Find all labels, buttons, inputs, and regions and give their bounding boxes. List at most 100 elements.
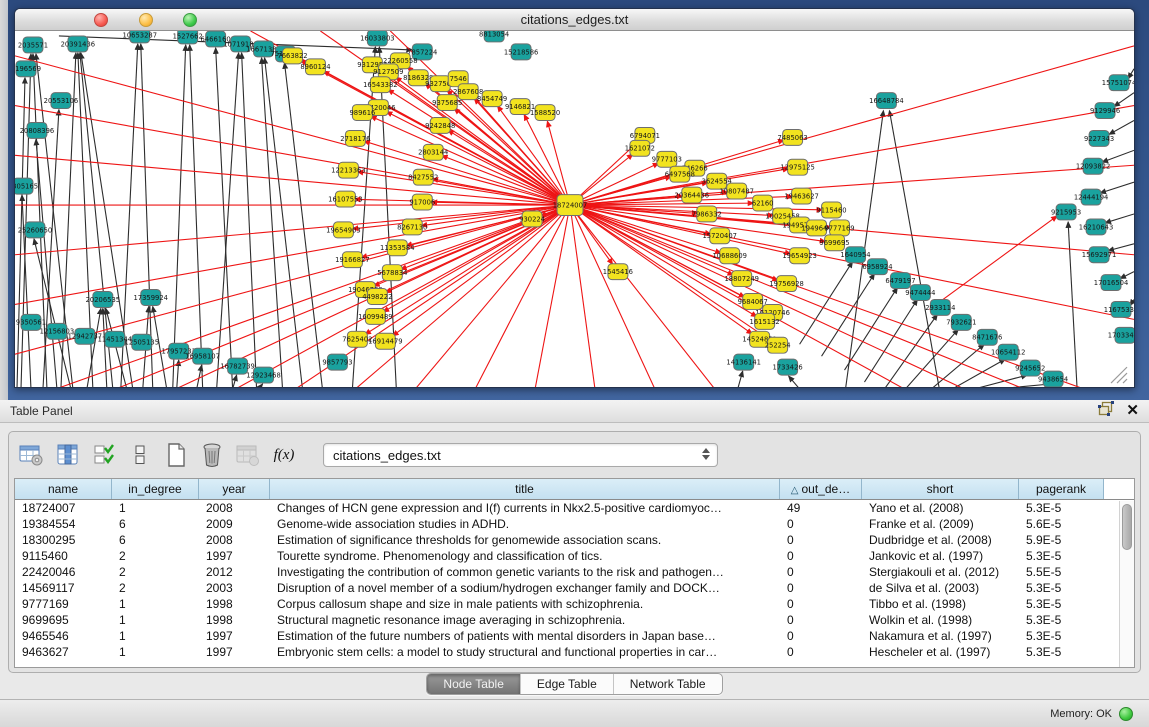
table-cell[interactable]: 2003	[199, 580, 270, 596]
table-cell[interactable]: Nakamura et al. (1997)	[862, 628, 1019, 644]
table-cell[interactable]: Genome-wide association studies in ADHD.	[270, 516, 780, 532]
table-row[interactable]: 977716911998Corpus callosum shape and si…	[15, 596, 1134, 612]
scrollbar-thumb[interactable]	[1122, 504, 1132, 550]
row-height-icon[interactable]	[125, 441, 155, 469]
network-edge[interactable]	[789, 376, 800, 387]
table-cell[interactable]: 0	[780, 548, 862, 564]
table-cell[interactable]: Tourette syndrome. Phenomenology and cla…	[270, 548, 780, 564]
table-cell[interactable]: 2	[112, 580, 199, 596]
column-header-title[interactable]: title	[270, 479, 780, 499]
network-edge[interactable]	[36, 139, 57, 387]
network-edge[interactable]	[570, 205, 752, 334]
network-edge[interactable]	[262, 58, 283, 387]
network-edge[interactable]	[21, 54, 31, 387]
network-edge[interactable]	[442, 156, 570, 205]
network-edge[interactable]	[738, 371, 743, 387]
table-row[interactable]: 2242004622012Investigating the contribut…	[15, 564, 1134, 580]
table-cell[interactable]: 9465546	[15, 628, 112, 644]
table-cell[interactable]: 5.9E-5	[1019, 532, 1104, 548]
network-edge[interactable]	[454, 108, 570, 205]
table-cell[interactable]: 49	[780, 500, 862, 516]
column-header-in_degree[interactable]: in_degree	[112, 479, 199, 499]
network-edge[interactable]	[845, 288, 898, 371]
table-cell[interactable]: 0	[780, 596, 862, 612]
network-window-titlebar[interactable]: citations_edges.txt	[15, 9, 1134, 31]
table-row[interactable]: 1830029562008Estimation of significance …	[15, 532, 1134, 548]
network-edge[interactable]	[173, 45, 186, 387]
table-cell[interactable]: 5.6E-5	[1019, 516, 1104, 532]
network-edge[interactable]	[497, 106, 570, 205]
tab-node-table[interactable]: Node Table	[427, 674, 521, 694]
table-cell[interactable]: 18724007	[15, 500, 112, 516]
table-cell[interactable]: 1	[112, 628, 199, 644]
table-cell[interactable]: Structural magnetic resonance image aver…	[270, 612, 780, 628]
table-cell[interactable]: Corpus callosum shape and size in male p…	[270, 596, 780, 612]
table-cell[interactable]: 6	[112, 532, 199, 548]
table-cell[interactable]: 9699695	[15, 612, 112, 628]
canvas-resize-grip[interactable]	[1117, 373, 1127, 383]
table-cell[interactable]: 0	[780, 564, 862, 580]
table-cell[interactable]: 1997	[199, 628, 270, 644]
network-edge[interactable]	[929, 216, 1057, 309]
network-edge[interactable]	[197, 365, 202, 387]
table-cell[interactable]: Tibbo et al. (1998)	[862, 596, 1019, 612]
network-edge[interactable]	[34, 239, 71, 387]
canvas-resize-grip[interactable]	[1123, 379, 1127, 383]
network-edge[interactable]	[570, 205, 778, 280]
table-row[interactable]: 969969511998Structural magnetic resonanc…	[15, 612, 1134, 628]
network-edge[interactable]	[15, 205, 570, 255]
network-edge[interactable]	[997, 384, 1050, 387]
table-cell[interactable]: 9777169	[15, 596, 112, 612]
table-cell[interactable]: 2009	[199, 516, 270, 532]
table-cell[interactable]: 5.3E-5	[1019, 596, 1104, 612]
table-select-combo[interactable]: citations_edges.txt	[323, 443, 718, 467]
table-cell[interactable]: 5.5E-5	[1019, 564, 1104, 580]
delete-table-icon[interactable]	[197, 441, 227, 469]
table-cell[interactable]: Estimation of the future numbers of pati…	[270, 628, 780, 644]
table-cell[interactable]: 1998	[199, 596, 270, 612]
network-edge[interactable]	[1120, 272, 1134, 279]
network-edge[interactable]	[1068, 222, 1077, 387]
table-row[interactable]: 1938455462009Genome-wide association stu…	[15, 516, 1134, 532]
left-split-divider[interactable]	[0, 0, 8, 400]
network-edge[interactable]	[15, 56, 570, 205]
table-settings-icon[interactable]	[17, 441, 47, 469]
network-edge[interactable]	[1109, 120, 1134, 134]
network-edge[interactable]	[889, 111, 939, 387]
table-cell[interactable]: 22420046	[15, 564, 112, 580]
column-header-name[interactable]: name	[15, 479, 112, 499]
network-edge[interactable]	[285, 63, 323, 387]
tab-edge-table[interactable]: Edge Table	[521, 674, 614, 694]
table-cell[interactable]: 1	[112, 500, 199, 516]
table-cell[interactable]: Yano et al. (2008)	[862, 500, 1019, 516]
network-edge[interactable]	[1114, 93, 1134, 107]
network-edge[interactable]	[233, 375, 237, 387]
table-cell[interactable]: 1998	[199, 612, 270, 628]
table-cell[interactable]: 0	[780, 580, 862, 596]
table-cell[interactable]: Disruption of a novel member of a sodium…	[270, 580, 780, 596]
table-cell[interactable]: 5.3E-5	[1019, 548, 1104, 564]
network-edge[interactable]	[1108, 244, 1134, 251]
table-cell[interactable]: 1	[112, 612, 199, 628]
table-cell[interactable]: Embryonic stem cells: a model to study s…	[270, 644, 780, 660]
network-edge[interactable]	[265, 58, 303, 387]
table-cell[interactable]: 0	[780, 516, 862, 532]
table-row[interactable]: 946554611997Estimation of the future num…	[15, 628, 1134, 644]
table-cell[interactable]: 5.3E-5	[1019, 580, 1104, 596]
import-table-icon[interactable]	[233, 441, 263, 469]
column-header-out_de[interactable]: △out_de…	[780, 479, 862, 499]
network-edge[interactable]	[15, 205, 570, 304]
table-column-icon[interactable]	[53, 441, 83, 469]
table-cell[interactable]: 0	[780, 644, 862, 660]
table-cell[interactable]: 1	[112, 644, 199, 660]
tab-network-table[interactable]: Network Table	[614, 674, 722, 694]
network-canvas[interactable]: 2035571203914361065328715276626466160107…	[15, 31, 1134, 387]
network-edge[interactable]	[535, 205, 570, 387]
column-header-pagerank[interactable]: pagerank	[1019, 479, 1104, 499]
table-cell[interactable]: 5.3E-5	[1019, 612, 1104, 628]
table-cell[interactable]: 5.3E-5	[1019, 500, 1104, 516]
close-panel-icon[interactable]: ✕	[1126, 404, 1139, 418]
table-cell[interactable]: Hescheler et al. (1997)	[862, 644, 1019, 660]
table-cell[interactable]: 0	[780, 532, 862, 548]
network-edge[interactable]	[905, 329, 958, 387]
